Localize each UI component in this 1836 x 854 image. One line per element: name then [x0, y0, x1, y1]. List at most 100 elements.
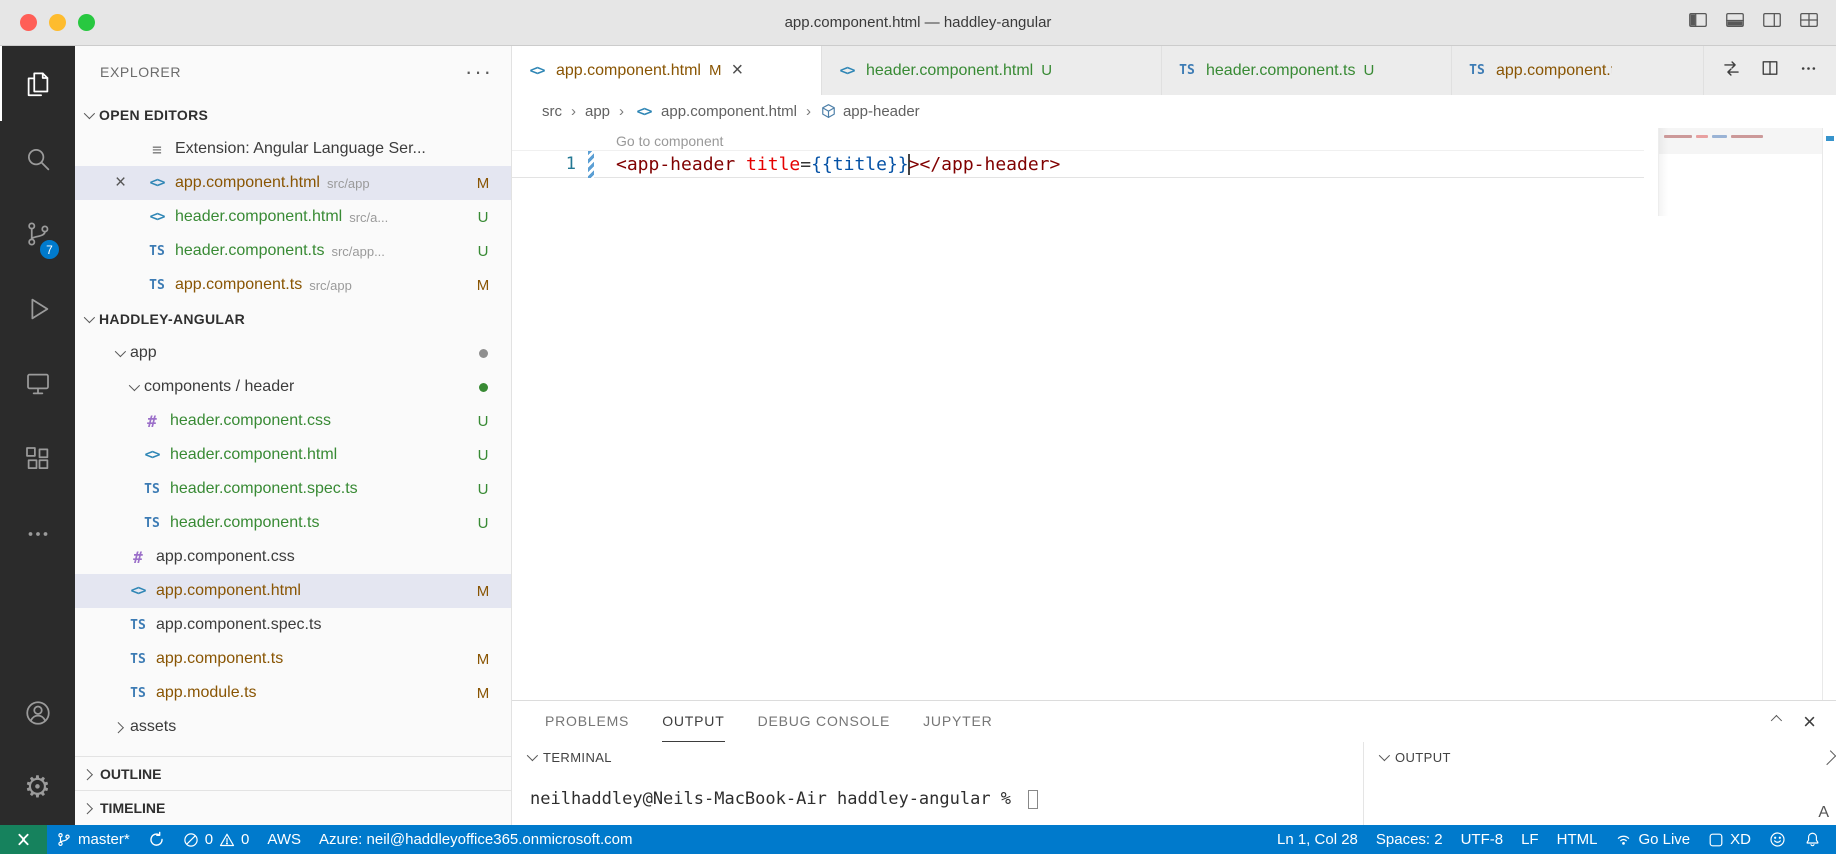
html-file-icon: <>: [636, 103, 653, 120]
toggle-sidebar-icon[interactable]: [1687, 9, 1709, 36]
status-indentation[interactable]: Spaces: 2: [1367, 825, 1452, 854]
editor-tab[interactable]: <> app.component.html M ×: [512, 46, 822, 95]
terminal-content[interactable]: neilhaddley@Neils-MacBook-Air haddley-an…: [512, 772, 1363, 809]
panel-tab-problems[interactable]: PROBLEMS: [545, 701, 629, 742]
panel-tab-output[interactable]: OUTPUT: [662, 701, 725, 742]
output-label: OUTPUT: [1395, 749, 1451, 765]
panel-maximize-icon[interactable]: [1770, 714, 1783, 726]
git-status-badge: M: [476, 582, 490, 600]
tree-file[interactable]: TS header.component.ts U: [75, 506, 511, 540]
output-header[interactable]: OUTPUT: [1364, 742, 1836, 772]
explorer-more-actions-icon[interactable]: ···: [465, 60, 493, 82]
status-feedback[interactable]: [1760, 825, 1795, 854]
workspace-root-header[interactable]: HADDLEY-ANGULAR: [75, 302, 511, 336]
toggle-panel-icon[interactable]: [1724, 9, 1746, 36]
panel-tab-jupyter[interactable]: JUPYTER: [923, 701, 992, 742]
tree-file[interactable]: <> header.component.html U: [75, 438, 511, 472]
folder-label: assets: [130, 718, 177, 735]
editor[interactable]: Go to component 1 <app-header title={{ti…: [512, 128, 1836, 700]
open-editor-item[interactable]: <> header.component.html src/a... U: [75, 200, 511, 234]
status-go-live[interactable]: Go Live: [1606, 825, 1699, 854]
activity-run-debug-button[interactable]: [0, 271, 75, 346]
activity-search-button[interactable]: [0, 121, 75, 196]
tree-file[interactable]: TS app.component.ts M: [75, 642, 511, 676]
status-eol[interactable]: LF: [1512, 825, 1548, 854]
tree-folder[interactable]: assets: [75, 710, 511, 744]
maximize-window-button[interactable]: [78, 14, 95, 31]
open-editor-item[interactable]: ≡ Extension: Angular Language Ser...: [75, 132, 511, 166]
open-editor-item[interactable]: TS header.component.ts src/app... U: [75, 234, 511, 268]
customize-layout-icon[interactable]: [1798, 9, 1820, 36]
codelens-link[interactable]: Go to component: [616, 133, 1836, 149]
status-aws[interactable]: AWS: [258, 825, 310, 854]
status-branch[interactable]: master*: [47, 825, 139, 854]
status-cursor-position[interactable]: Ln 1, Col 28: [1268, 825, 1367, 854]
git-status-badge: U: [477, 208, 489, 226]
minimize-window-button[interactable]: [49, 14, 66, 31]
status-encoding[interactable]: UTF-8: [1452, 825, 1513, 854]
branch-icon: [56, 831, 72, 848]
minimap[interactable]: [1658, 128, 1822, 216]
activity-settings-button[interactable]: ⚙: [0, 750, 75, 825]
timeline-section[interactable]: TIMELINE: [75, 790, 511, 824]
close-tab-icon[interactable]: ×: [731, 59, 743, 82]
open-editor-item[interactable]: × <> app.component.html src/app M: [75, 166, 511, 200]
breadcrumb-label: app: [585, 103, 611, 120]
panel-tab-debug-console[interactable]: DEBUG CONSOLE: [758, 701, 891, 742]
tree-file[interactable]: # header.component.css U: [75, 404, 511, 438]
tree-file[interactable]: TS app.module.ts M: [75, 676, 511, 710]
open-editors-header[interactable]: OPEN EDITORS: [75, 98, 511, 132]
status-notifications[interactable]: [1795, 825, 1830, 854]
status-remote[interactable]: [0, 825, 47, 854]
file-label: header.component.html: [170, 446, 338, 463]
close-window-button[interactable]: [20, 14, 37, 31]
toggle-secondary-sidebar-icon[interactable]: [1761, 9, 1783, 36]
workbench: 7 ⚙ EXPLORER ··· OPEN EDITORS ≡ Extension…: [0, 46, 1836, 825]
breadcrumb-item[interactable]: app: [585, 103, 610, 120]
tree-file[interactable]: <> app.component.html M: [75, 574, 511, 608]
activity-account-button[interactable]: [0, 675, 75, 750]
tab-bar: <> app.component.html M × <> header.component…: [512, 46, 1836, 95]
modified-line-gutter: [588, 150, 594, 178]
terminal-section: TERMINAL neilhaddley@Neils-MacBook-Air h…: [512, 742, 1364, 825]
status-xd[interactable]: XD: [1699, 825, 1760, 854]
breadcrumb-item[interactable]: src: [542, 103, 562, 120]
minimap-mark: [1712, 135, 1727, 138]
output-overflow-icon[interactable]: [1821, 750, 1836, 766]
outline-section[interactable]: OUTLINE: [75, 756, 511, 790]
activity-more-button[interactable]: [0, 496, 75, 571]
breadcrumb-item[interactable]: app-header: [820, 103, 920, 120]
overview-ruler[interactable]: [1822, 128, 1836, 700]
terminal-header[interactable]: TERMINAL: [512, 742, 1363, 772]
open-editor-item[interactable]: TS app.component.ts src/app M: [75, 268, 511, 302]
tree-file[interactable]: TS app.component.spec.ts: [75, 608, 511, 642]
panel-actions: ×: [1770, 701, 1816, 742]
tree-file[interactable]: TS header.component.spec.ts U: [75, 472, 511, 506]
close-editor-icon[interactable]: ×: [115, 172, 139, 194]
panel-close-icon[interactable]: ×: [1803, 710, 1816, 733]
breadcrumb-item[interactable]: <> app.component.html: [633, 103, 797, 120]
activity-explorer-button[interactable]: [0, 46, 75, 121]
more-actions-icon[interactable]: [1799, 59, 1818, 83]
split-editor-icon[interactable]: [1761, 59, 1779, 82]
status-problems[interactable]: 00: [174, 825, 259, 854]
editor-tab[interactable]: TS header.component.ts U: [1162, 46, 1452, 95]
extensions-icon: [23, 444, 53, 474]
tree-folder[interactable]: app: [75, 336, 511, 370]
activity-source-control-button[interactable]: 7: [0, 196, 75, 271]
activity-remote-explorer-button[interactable]: [0, 346, 75, 421]
status-language-mode[interactable]: HTML: [1548, 825, 1607, 854]
activity-extensions-button[interactable]: [0, 421, 75, 496]
status-azure[interactable]: Azure: neil@haddleyoffice365.onmicrosoft…: [310, 825, 641, 854]
tab-label: app.component.html: [556, 61, 701, 79]
status-sync[interactable]: [139, 825, 174, 854]
editor-tab[interactable]: TS app.component.ts: [1452, 46, 1704, 95]
open-editor-label: header.component.ts: [175, 242, 325, 259]
tree-file[interactable]: # app.component.css: [75, 540, 511, 574]
open-changes-icon[interactable]: [1722, 59, 1741, 83]
chevron-down-icon: [128, 379, 141, 392]
minimap-slider[interactable]: [1659, 128, 1822, 154]
tree-folder[interactable]: components / header: [75, 370, 511, 404]
file-label: app.module.ts: [156, 684, 257, 701]
editor-tab[interactable]: <> header.component.html U: [822, 46, 1162, 95]
